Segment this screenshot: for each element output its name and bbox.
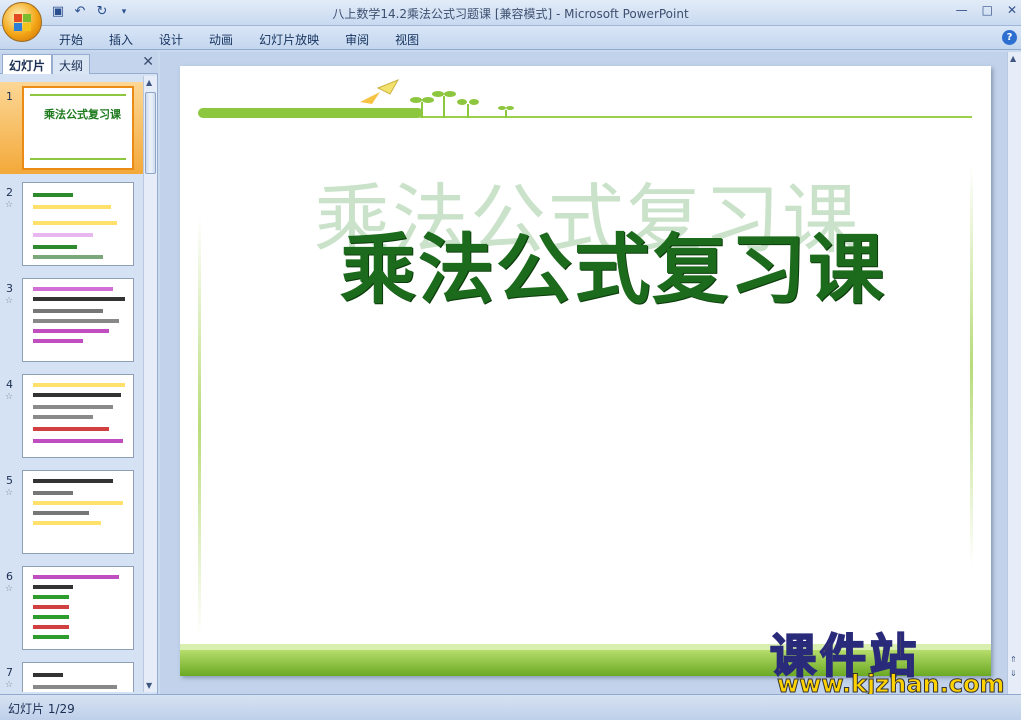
thumbnail-image bbox=[22, 470, 134, 554]
thumbnail-image bbox=[22, 278, 134, 362]
slide-scrollbar[interactable]: ▲ ⇑ ⇓ bbox=[1007, 52, 1021, 694]
maximize-icon[interactable]: □ bbox=[982, 3, 993, 17]
scroll-down-icon[interactable]: ▼ bbox=[146, 681, 152, 690]
animation-star-icon: ☆ bbox=[5, 488, 14, 498]
close-pane-icon[interactable]: ✕ bbox=[142, 54, 154, 70]
slides-pane: 幻灯片 大纲 ✕ 1 乘法公式复习课 2 ☆ 3 ☆ 4 ☆ 5 ☆ 6 ☆ 7… bbox=[0, 52, 158, 694]
tab-view[interactable]: 视图 bbox=[382, 31, 432, 48]
tab-slideshow[interactable]: 幻灯片放映 bbox=[246, 31, 332, 48]
slide-number: 4 bbox=[6, 378, 13, 391]
tab-animations[interactable]: 动画 bbox=[196, 31, 246, 48]
next-slide-icon[interactable]: ⇓ bbox=[1010, 669, 1017, 678]
thumbnail-image bbox=[22, 374, 134, 458]
title-bar: ▣ ↶ ↻ ▾ 八上数学14.2乘法公式习题课 [兼容模式] - Microso… bbox=[0, 0, 1021, 26]
tab-design[interactable]: 设计 bbox=[146, 31, 196, 48]
animation-star-icon: ☆ bbox=[5, 296, 14, 306]
slide-thumbnail[interactable]: 6 ☆ bbox=[0, 562, 144, 654]
tab-review[interactable]: 审阅 bbox=[332, 31, 382, 48]
slide-thumbnail[interactable]: 5 ☆ bbox=[0, 466, 144, 558]
ribbon-tabs: 开始 插入 设计 动画 幻灯片放映 审阅 视图 bbox=[46, 31, 432, 48]
slide-thumbnail[interactable]: 4 ☆ bbox=[0, 370, 144, 462]
tab-insert[interactable]: 插入 bbox=[96, 31, 146, 48]
thumbnail-title: 乘法公式复习课 bbox=[44, 108, 121, 121]
thumbnail-image bbox=[22, 566, 134, 650]
help-icon[interactable]: ? bbox=[1002, 30, 1017, 45]
tab-outline[interactable]: 大纲 bbox=[52, 54, 91, 74]
thumbnail-scrollbar[interactable]: ▲ ▼ bbox=[143, 76, 157, 692]
office-button[interactable] bbox=[2, 2, 42, 42]
slide-thumbnail[interactable]: 2 ☆ bbox=[0, 178, 144, 270]
slide-number: 3 bbox=[6, 282, 13, 295]
decor-left-line bbox=[198, 216, 201, 636]
thumbnail-image bbox=[22, 182, 134, 266]
minimize-icon[interactable]: — bbox=[956, 3, 968, 17]
current-slide[interactable]: 乘法公式复习课 乘法公式复习课 bbox=[180, 66, 991, 676]
scroll-up-icon[interactable]: ▲ bbox=[146, 78, 152, 87]
slide-title[interactable]: 乘法公式复习课 bbox=[340, 208, 886, 318]
scroll-up-icon[interactable]: ▲ bbox=[1010, 54, 1016, 63]
slide-thumbnail[interactable]: 3 ☆ bbox=[0, 274, 144, 366]
slide-number: 7 bbox=[6, 666, 13, 679]
previous-slide-icon[interactable]: ⇑ bbox=[1010, 655, 1017, 664]
office-logo-icon bbox=[14, 14, 32, 32]
sprout-decoration-icon bbox=[360, 79, 514, 118]
status-bar: 幻灯片 1/29 bbox=[0, 694, 1021, 720]
thumbnail-image: 乘法公式复习课 bbox=[22, 86, 134, 170]
slide-counter: 幻灯片 1/29 bbox=[8, 702, 75, 716]
thumbnail-image bbox=[22, 662, 134, 692]
tab-slides[interactable]: 幻灯片 bbox=[2, 54, 53, 74]
window-controls: — □ ✕ bbox=[956, 3, 1017, 17]
slide-thumbnail[interactable]: 7 ☆ bbox=[0, 658, 144, 692]
animation-star-icon: ☆ bbox=[5, 392, 14, 402]
slide-number: 1 bbox=[6, 90, 13, 103]
ribbon: 开始 插入 设计 动画 幻灯片放映 审阅 视图 ? bbox=[0, 26, 1021, 50]
tab-home[interactable]: 开始 bbox=[46, 31, 96, 48]
animation-star-icon: ☆ bbox=[5, 200, 14, 210]
close-icon[interactable]: ✕ bbox=[1007, 3, 1017, 17]
slide-number: 5 bbox=[6, 474, 13, 487]
slide-editing-area: 乘法公式复习课 乘法公式复习课 ▲ ⇑ ⇓ bbox=[160, 52, 1021, 694]
slide-number: 2 bbox=[6, 186, 13, 199]
pane-tabs: 幻灯片 大纲 ✕ bbox=[0, 52, 158, 74]
animation-star-icon: ☆ bbox=[5, 680, 14, 690]
slide-thumbnail[interactable]: 1 乘法公式复习课 bbox=[0, 82, 144, 174]
decor-right-line bbox=[970, 166, 973, 566]
thumbnail-list: 1 乘法公式复习课 2 ☆ 3 ☆ 4 ☆ 5 ☆ 6 ☆ 7 ☆ bbox=[0, 76, 144, 692]
animation-star-icon: ☆ bbox=[5, 584, 14, 594]
window-title: 八上数学14.2乘法公式习题课 [兼容模式] - Microsoft Power… bbox=[332, 7, 689, 21]
scroll-thumb[interactable] bbox=[145, 92, 156, 174]
slide-number: 6 bbox=[6, 570, 13, 583]
